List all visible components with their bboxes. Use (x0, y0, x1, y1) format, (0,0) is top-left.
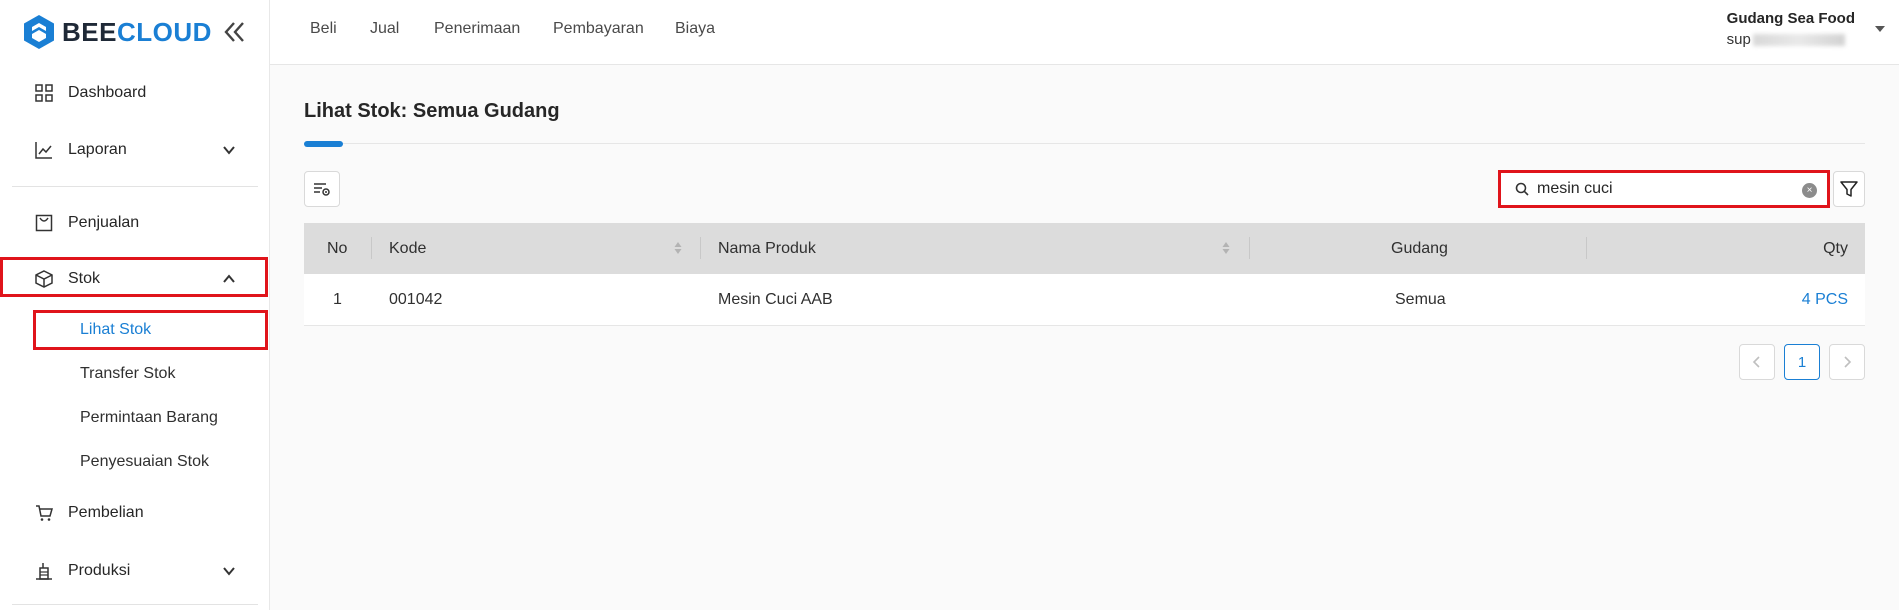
cart-icon (36, 505, 53, 521)
column-settings-button[interactable] (304, 171, 340, 207)
column-separator (1586, 237, 1587, 259)
column-separator (1249, 237, 1250, 259)
stock-table: No Kode Nama Produk Gudang Qty 1 001042 … (304, 223, 1865, 326)
column-header-kode[interactable]: Kode (389, 223, 426, 274)
collapse-sidebar-icon[interactable] (221, 19, 247, 45)
sidebar-divider (12, 186, 258, 187)
box-icon (35, 270, 53, 288)
column-header-nama-produk[interactable]: Nama Produk (718, 223, 816, 274)
dashboard-icon (35, 84, 53, 102)
sidebar-subitem-label: Lihat Stok (80, 321, 152, 338)
chevron-left-icon (1752, 356, 1760, 368)
sidebar-item-dashboard[interactable]: Dashboard (0, 69, 268, 117)
pagination-prev-button[interactable] (1739, 344, 1775, 380)
column-separator (700, 237, 701, 259)
user-email: sup (1727, 31, 1855, 48)
column-header-no: No (327, 239, 348, 257)
chevron-down-icon (223, 567, 235, 576)
sidebar-item-label: Stok (68, 270, 101, 287)
table-header: No Kode Nama Produk Gudang Qty (304, 223, 1865, 274)
table-row: 1 001042 Mesin Cuci AAB Semua 4 PCS (304, 274, 1865, 326)
column-header-gudang: Gudang (1391, 239, 1448, 257)
active-tab-indicator (304, 141, 343, 147)
qty-link[interactable]: 4 PCS (1802, 291, 1848, 309)
caret-down-icon[interactable] (1875, 26, 1885, 32)
sidebar-item-label: Dashboard (68, 84, 147, 101)
search-input[interactable] (1537, 180, 1797, 198)
sidebar-item-laporan[interactable]: Laporan (0, 126, 268, 174)
sidebar-subitem-penyesuaian-stok[interactable]: Penyesuaian Stok (0, 442, 268, 482)
sort-icon[interactable] (1222, 240, 1230, 256)
pagination-next-button[interactable] (1829, 344, 1865, 380)
column-settings-icon (314, 183, 330, 196)
nav-link-jual[interactable]: Jual (370, 20, 399, 38)
sidebar-item-label: Penjualan (68, 214, 140, 231)
sidebar-item-pembelian[interactable]: Pembelian (0, 489, 268, 537)
search-field[interactable]: × (1498, 170, 1830, 208)
cell-no: 1 (333, 291, 342, 308)
sidebar: BEECLOUD Dashboard Laporan Penjualan Sto… (0, 0, 270, 610)
sidebar-item-label: Laporan (68, 141, 127, 158)
chevron-right-icon (1844, 356, 1852, 368)
sidebar-divider (12, 604, 258, 605)
redacted-email (1752, 33, 1845, 46)
cell-qty: 4 PCS (1802, 274, 1848, 326)
sidebar-subitem-label: Penyesuaian Stok (80, 453, 209, 470)
factory-icon (36, 563, 52, 580)
clear-search-icon[interactable]: × (1802, 183, 1817, 198)
column-separator (371, 237, 372, 259)
sidebar-subitem-permintaan-barang[interactable]: Permintaan Barang (0, 398, 268, 438)
sidebar-subitem-label: Permintaan Barang (80, 409, 218, 426)
filter-icon (1840, 181, 1858, 197)
chevron-down-icon (223, 146, 235, 155)
shopping-bag-icon (35, 214, 53, 232)
beecloud-logo-icon (24, 15, 54, 49)
sidebar-item-label: Produksi (68, 562, 131, 579)
filter-button[interactable] (1833, 171, 1865, 207)
sidebar-item-stok[interactable]: Stok (0, 255, 268, 303)
user-name: Gudang Sea Food (1726, 10, 1855, 27)
nav-link-beli[interactable]: Beli (310, 20, 337, 38)
cell-kode: 001042 (389, 291, 443, 308)
sidebar-item-penjualan[interactable]: Penjualan (0, 199, 268, 247)
user-menu[interactable]: Gudang Sea Food sup (1727, 10, 1855, 48)
tab-bar-line (304, 143, 1865, 144)
sidebar-item-label: Pembelian (68, 504, 144, 521)
nav-link-penerimaan[interactable]: Penerimaan (434, 20, 520, 38)
cell-gudang: Semua (1395, 291, 1446, 308)
sidebar-subitem-transfer-stok[interactable]: Transfer Stok (0, 354, 268, 394)
pagination-page-1[interactable]: 1 (1784, 344, 1820, 380)
sidebar-subitem-label: Transfer Stok (80, 365, 176, 382)
column-header-qty: Qty (1823, 239, 1848, 257)
chevron-up-icon (223, 274, 235, 283)
nav-link-pembayaran[interactable]: Pembayaran (553, 20, 644, 38)
sort-icon[interactable] (674, 240, 682, 256)
search-icon (1515, 182, 1529, 196)
sidebar-subitem-lihat-stok[interactable]: Lihat Stok (0, 310, 268, 350)
page-title: Lihat Stok: Semua Gudang (304, 100, 560, 122)
chart-line-icon (35, 142, 52, 159)
cell-nama-produk: Mesin Cuci AAB (718, 291, 833, 308)
sidebar-item-produksi[interactable]: Produksi (0, 547, 268, 595)
nav-link-biaya[interactable]: Biaya (675, 20, 715, 38)
brand-name: BEECLOUD (62, 16, 212, 47)
top-navigation: Beli Jual Penerimaan Pembayaran Biaya Gu… (270, 0, 1899, 65)
